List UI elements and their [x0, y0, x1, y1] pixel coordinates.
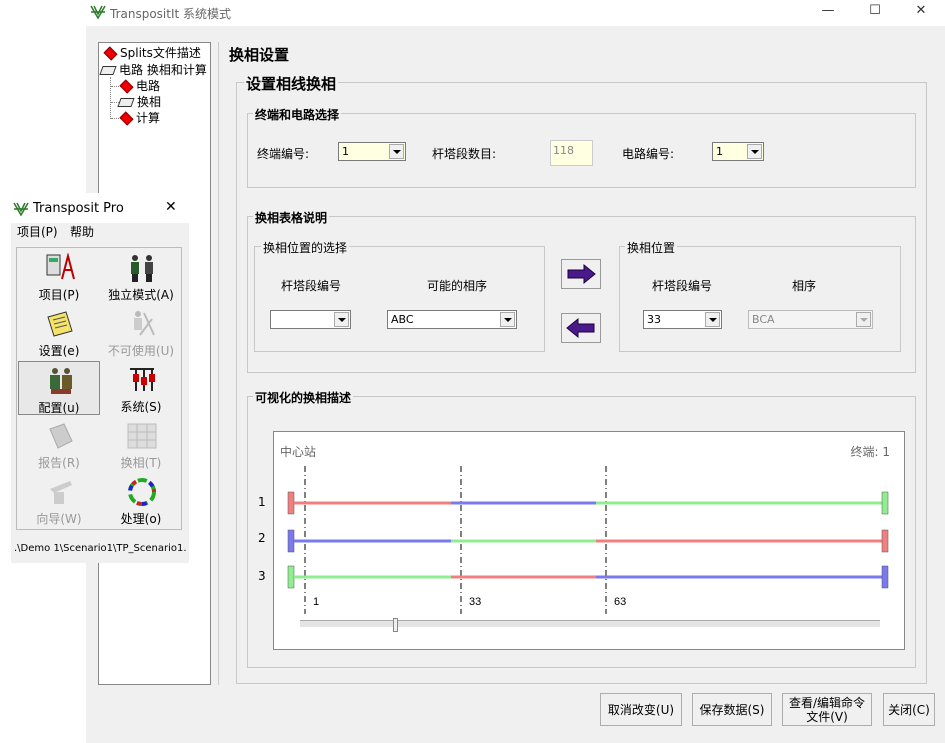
save-button[interactable]: 保存数据(S)	[692, 693, 772, 726]
tool-report: 报告(R)	[18, 417, 100, 471]
remove-left-button[interactable]	[561, 313, 601, 343]
add-right-button[interactable]	[561, 259, 601, 289]
minimize-button[interactable]: —	[813, 0, 843, 22]
terminal-group-legend: 终端和电路选择	[253, 106, 342, 123]
project-icon	[46, 253, 75, 280]
circuit-label: 电路编号:	[622, 147, 675, 161]
red-gem-icon	[103, 46, 118, 61]
selection-segment-select[interactable]	[270, 310, 351, 329]
tree-item-circuit[interactable]: 电路	[111, 79, 160, 94]
tool-settings[interactable]: 设置(e)	[18, 305, 100, 359]
selection-phase-select[interactable]: ABC	[387, 310, 517, 329]
tree-item-splits[interactable]: Splits文件描述	[103, 46, 201, 61]
mini-menubar: 项目(P) 帮助	[11, 223, 189, 239]
chevron-down-icon	[747, 144, 762, 159]
toolbox: 项目(P) 独立模式(A) 设置(e) 不可使用(U) 配置(u) 系统(S) …	[16, 247, 182, 530]
standalone-icon	[131, 255, 153, 282]
tool-process[interactable]: 处理(o)	[100, 473, 182, 527]
selection-segment-header: 杆塔段编号	[281, 279, 342, 293]
tool-standalone[interactable]: 独立模式(A)	[100, 249, 182, 303]
position-phase-header: 相序	[792, 279, 817, 293]
phase-end-marker	[881, 529, 889, 553]
position-label: 63	[614, 596, 626, 608]
view-edit-button[interactable]: 查看/编辑命令 文件(V)	[782, 693, 872, 726]
mini-titlebar: Transposit Pro ✕	[11, 193, 189, 223]
row-label-3: 3	[258, 569, 266, 583]
tree-item-circuit-transpose[interactable]: 电路 换相和计算	[99, 63, 207, 77]
app-logo-icon	[90, 4, 106, 20]
tool-config[interactable]: 配置(u)	[18, 361, 100, 415]
close-dialog-button[interactable]: 关闭(C)	[883, 693, 935, 726]
position-group	[619, 246, 901, 352]
wizard-icon	[50, 481, 72, 504]
settings-icon	[47, 311, 73, 337]
phase-lines-svg: 1 33 63	[287, 466, 889, 614]
diagram-slider-track[interactable]	[300, 620, 880, 627]
chevron-down-icon	[334, 312, 349, 327]
unavailable-icon	[134, 311, 155, 336]
segment-count-label: 杆塔段数目:	[432, 147, 497, 161]
tree-item-calculate[interactable]: 计算	[111, 111, 160, 126]
main-window-title: TranspositIt 系统模式	[110, 7, 232, 21]
process-icon	[128, 478, 156, 506]
phase-end-marker	[881, 565, 889, 589]
terminal-select[interactable]: 1	[338, 142, 406, 161]
chevron-down-icon	[500, 312, 515, 327]
section-title: 设置相线换相	[244, 73, 339, 94]
maximize-button[interactable]: ☐	[860, 0, 890, 22]
cancel-button[interactable]: 取消改变(U)	[600, 693, 682, 726]
page-title: 换相设置	[229, 46, 290, 64]
book-icon	[99, 66, 117, 75]
chevron-down-icon	[389, 144, 404, 159]
row-label-2: 2	[258, 531, 266, 545]
position-label: 33	[469, 596, 481, 608]
report-icon	[49, 423, 73, 449]
splitter[interactable]	[218, 42, 221, 685]
menu-help[interactable]: 帮助	[70, 223, 94, 240]
phase-end-marker	[881, 491, 889, 515]
tool-wizard: 向导(W)	[18, 473, 100, 527]
transposition-diagram: 中心站 终端: 1 1 33 63	[273, 431, 905, 650]
tool-project[interactable]: 项目(P)	[18, 249, 100, 303]
config-icon	[50, 368, 72, 394]
position-label: 1	[313, 596, 319, 608]
tool-unavailable: 不可使用(U)	[100, 305, 182, 359]
position-segment-header: 杆塔段编号	[652, 279, 713, 293]
main-titlebar: TranspositIt 系统模式 — ☐ ✕	[86, 0, 945, 26]
tool-system[interactable]: 系统(S)	[100, 361, 182, 415]
position-phase-select: BCA	[748, 310, 873, 329]
arrow-left-icon	[566, 317, 595, 339]
system-icon	[130, 368, 155, 391]
selection-phase-header: 可能的相序	[427, 279, 488, 293]
position-group-legend: 换相位置	[625, 239, 678, 256]
terminal-label: 终端编号:	[257, 147, 310, 161]
position-segment-select[interactable]: 33	[643, 310, 722, 329]
table-group-legend: 换相表格说明	[253, 209, 330, 226]
tree-item-transpose[interactable]: 换相	[111, 95, 161, 109]
book-icon	[117, 98, 135, 107]
chevron-down-icon	[856, 312, 871, 327]
app-logo-icon	[13, 201, 29, 217]
segment-count-field: 118	[550, 140, 593, 166]
diagram-slider-thumb[interactable]	[392, 618, 398, 632]
red-gem-icon	[119, 79, 134, 94]
red-gem-icon	[119, 111, 134, 126]
close-button[interactable]: ✕	[906, 0, 936, 22]
circuit-select[interactable]: 1	[712, 142, 764, 161]
row-label-1: 1	[258, 495, 266, 509]
selection-group	[254, 246, 545, 352]
mini-close-button[interactable]: ✕	[165, 199, 177, 215]
mini-window-title: Transposit Pro	[33, 201, 124, 216]
arrow-right-icon	[567, 263, 596, 285]
phase-start-marker	[287, 565, 295, 589]
phase-start-marker	[287, 491, 295, 515]
phase-start-marker	[287, 529, 295, 553]
selection-group-legend: 换相位置的选择	[261, 239, 350, 256]
chevron-down-icon	[705, 312, 720, 327]
menu-project[interactable]: 项目(P)	[17, 223, 58, 240]
status-path: .\Demo 1\Scenario1\TP_Scenario1.fl	[14, 543, 186, 554]
tool-transpose: 换相(T)	[100, 417, 182, 471]
transpose-icon	[127, 423, 157, 449]
viz-group-legend: 可视化的换相描述	[253, 389, 354, 406]
